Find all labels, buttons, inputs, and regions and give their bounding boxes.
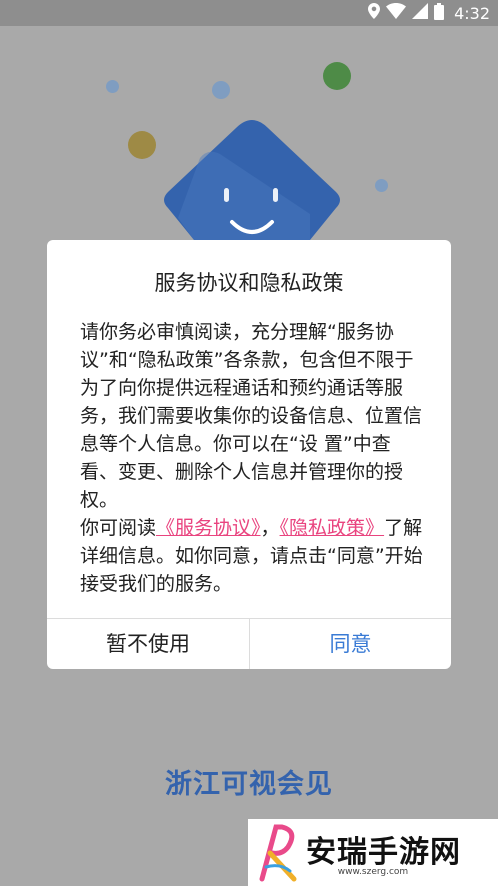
privacy-dialog: 服务协议和隐私政策 请你务必审慎阅读，充分理解“服务协议”和“隐私政策”各条款，… xyxy=(47,240,451,669)
decline-button[interactable]: 暂不使用 xyxy=(47,619,249,669)
watermark: 安瑞手游网 www.szerg.com xyxy=(248,819,498,886)
location-icon xyxy=(368,3,381,23)
dialog-body: 请你务必审慎阅读，充分理解“服务协议”和“隐私政策”各条款，包含但不限于为了向你… xyxy=(80,318,425,598)
status-icons: 4:32 xyxy=(368,2,490,24)
decor-dot xyxy=(212,81,230,99)
service-agreement-link[interactable]: 《服务协议》 xyxy=(156,517,261,539)
decor-dot xyxy=(375,179,388,192)
battery-icon xyxy=(434,2,445,24)
link-separator: ， xyxy=(260,517,280,539)
status-time: 4:32 xyxy=(454,3,490,23)
watermark-text: 安瑞手游网 xyxy=(306,835,461,870)
decor-dot xyxy=(106,80,119,93)
watermark-url: www.szerg.com xyxy=(337,867,409,877)
agree-button[interactable]: 同意 xyxy=(250,619,451,669)
app-name: 浙江可视会见 xyxy=(165,769,333,800)
read-prefix: 你可阅读 xyxy=(80,517,157,539)
decor-dot xyxy=(323,62,351,90)
wifi-icon xyxy=(386,3,407,23)
dialog-paragraph-1: 请你务必审慎阅读，充分理解“服务协议”和“隐私政策”各条款，包含但不限于为了向你… xyxy=(80,321,423,511)
signal-icon xyxy=(412,3,429,23)
dialog-title: 服务协议和隐私政策 xyxy=(154,271,344,295)
app-logo xyxy=(160,118,344,244)
status-bar: 4:32 xyxy=(0,0,498,26)
decor-dot xyxy=(128,131,156,159)
dialog-paragraph-2: 你可阅读《服务协议》，《隐私政策》了解详细信息。如你同意，请点击“同意”开始接受… xyxy=(80,514,425,598)
privacy-policy-link[interactable]: 《隐私政策》 xyxy=(280,517,385,539)
